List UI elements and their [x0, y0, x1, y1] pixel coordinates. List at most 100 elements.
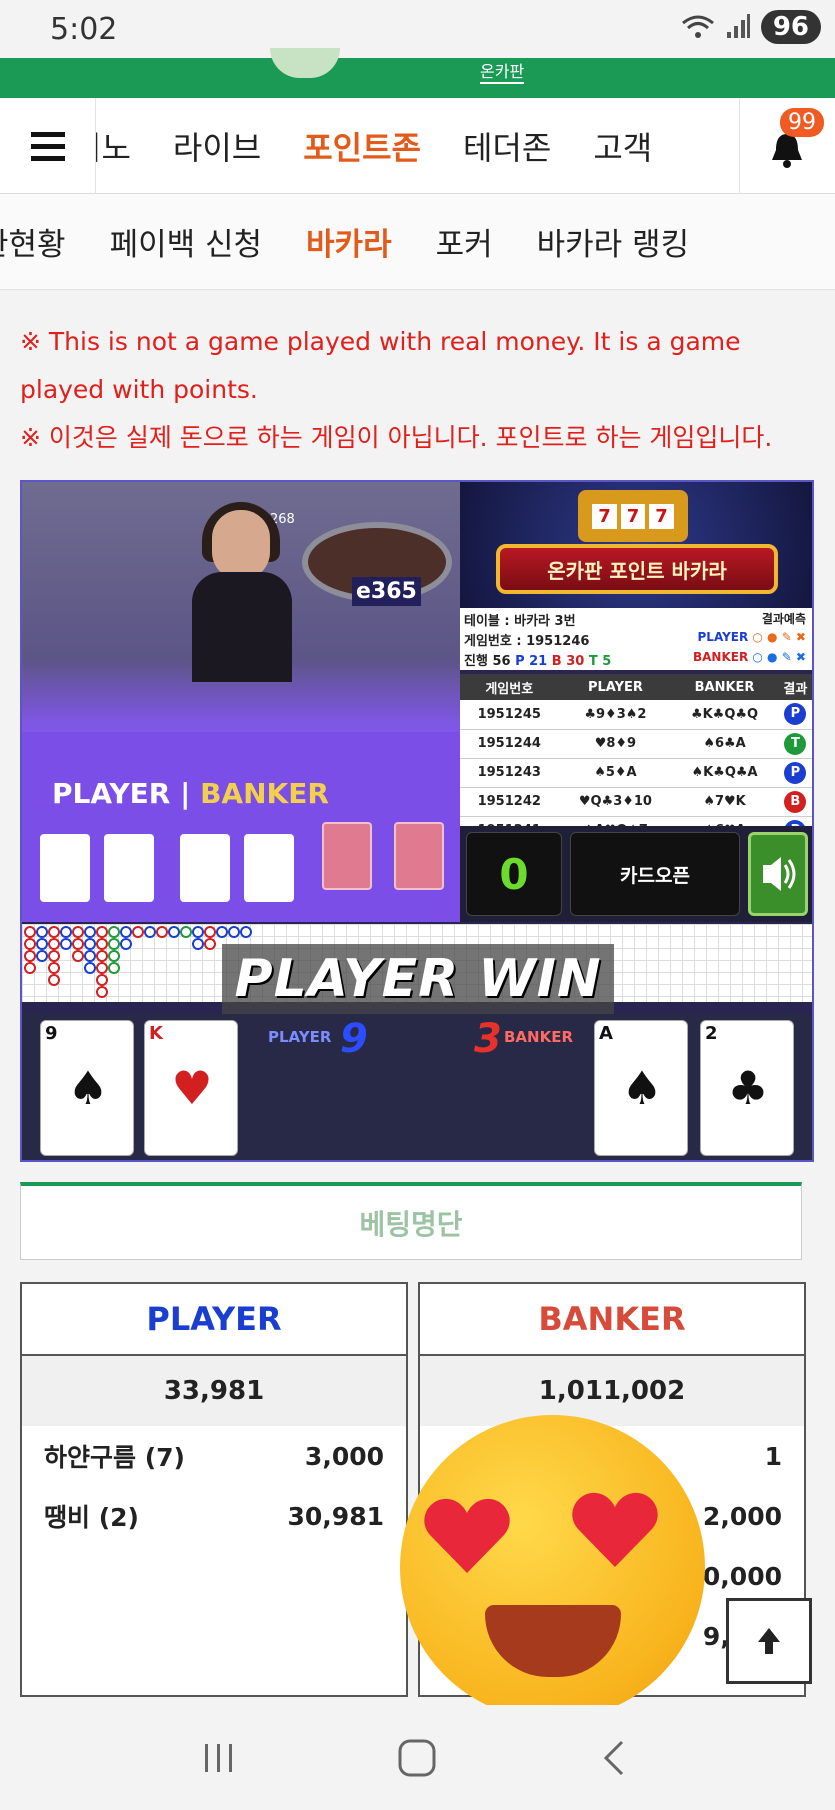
home-icon	[398, 1739, 436, 1776]
sub-item-payback[interactable]: 페이백 신청	[110, 219, 262, 264]
card-open-button[interactable]: 카드오픈	[570, 832, 740, 916]
bettor-name: 하얀구름 (7)	[44, 1443, 185, 1472]
heart-icon	[572, 1492, 658, 1567]
baccarat-game: e365 268 PLAYER | BANKER 7 7 7 온카판 포인트 바…	[20, 480, 814, 1162]
betting-list-title: 베팅명단	[20, 1182, 802, 1260]
history-header-row: 게임번호 PLAYER BANKER 결과	[460, 674, 812, 700]
status-icons: 96	[681, 10, 821, 44]
menu-icon[interactable]	[0, 98, 96, 194]
sub-item-poker[interactable]: 포커	[436, 219, 493, 264]
history-row: 1951244 ♥8♦9 ♠6♣A T	[460, 729, 812, 759]
notification-badge: 99	[780, 108, 824, 137]
video-player-banker-label: PLAYER | BANKER	[52, 777, 329, 810]
nav-item-customer[interactable]: 고객	[593, 123, 652, 169]
back-button[interactable]	[586, 1728, 646, 1788]
banker-score-label: BANKER	[504, 1028, 574, 1046]
game-banner: 7 7 7 온카판 포인트 바카라	[460, 482, 812, 608]
scroll-to-top-button[interactable]	[726, 1598, 812, 1684]
player-card-2: K ♥	[144, 1020, 238, 1156]
slot-icon: 7 7 7	[578, 490, 688, 542]
predict-icons[interactable]: ○ ● ✎ ✖	[752, 630, 806, 644]
progress-stats: 진행 56 P 21 B 30 T 5	[464, 654, 612, 669]
notification-button[interactable]: 99	[739, 98, 835, 194]
nav-item-point-zone[interactable]: 포인트존	[303, 123, 421, 169]
system-nav-bar	[0, 1705, 835, 1810]
player-score: 9	[340, 1016, 368, 1062]
main-nav: 지노 라이브 포인트존 테더존 고객 99	[0, 98, 835, 194]
status-time: 5:02	[50, 12, 118, 47]
banker-card-1: A ♠	[594, 1020, 688, 1156]
recents-button[interactable]	[189, 1728, 249, 1788]
heart-icon	[424, 1498, 510, 1573]
banker-bets-total: 1,011,002	[420, 1356, 804, 1426]
player-bets: PLAYER 33,981 하얀구름 (7) 3,000 땡비 (2) 30,9…	[20, 1282, 408, 1697]
history-row: 1951242 ♥Q♣3♦10 ♠7♥K B	[460, 787, 812, 817]
main-nav-items: 지노 라이브 포인트존 테더존 고객	[96, 98, 736, 194]
predict-banker-row[interactable]: BANKER ○ ● ✎ ✖	[693, 650, 806, 664]
site-logo[interactable]	[270, 48, 340, 78]
bettor-name: 땡비 (2)	[44, 1503, 139, 1532]
nav-item-tether-zone[interactable]: 테더존	[463, 123, 551, 169]
dealer	[212, 510, 270, 580]
emoji-mouth	[485, 1605, 621, 1677]
nav-item-live[interactable]: 라이브	[173, 123, 261, 169]
player-bets-title: PLAYER	[22, 1284, 406, 1356]
video-overlay-label: e365	[352, 577, 421, 606]
banker-score: 3	[474, 1016, 502, 1062]
result-badge: P	[784, 761, 807, 784]
result-badge: T	[784, 732, 807, 755]
sub-item-baccarat[interactable]: 바카라	[306, 219, 392, 264]
arrow-up-icon	[758, 1628, 780, 1654]
result-badge: P	[784, 703, 807, 726]
game-info: 테이블 : 바카라 3번 게임번호 : 1951246 진행 56 P 21 B…	[460, 608, 812, 670]
live-video: e365 268 PLAYER | BANKER	[22, 482, 460, 922]
bet-row: 땡비 (2) 30,981	[22, 1486, 406, 1546]
recents-icon	[205, 1743, 233, 1772]
nav-item-casino[interactable]: 지노	[96, 123, 131, 169]
battery-indicator: 96	[760, 10, 821, 44]
video-card	[104, 834, 154, 902]
heart-eyes-emoji	[400, 1415, 705, 1720]
video-player-label: PLAYER	[52, 777, 171, 810]
history-row: 1951243 ♠5♦A ♠K♣Q♣A P	[460, 758, 812, 788]
video-card	[40, 834, 90, 902]
video-card	[180, 834, 230, 902]
site-logo-text[interactable]: 온카판	[480, 58, 525, 84]
predict-icons[interactable]: ○ ● ✎ ✖	[752, 650, 806, 664]
site-header: 온카판	[0, 48, 835, 98]
signal-icon	[726, 14, 750, 38]
video-card	[244, 834, 294, 902]
back-icon	[603, 1740, 623, 1775]
game-controls: 0 카드오픈	[460, 826, 812, 922]
notice-english: ※ This is not a game played with real mo…	[20, 327, 741, 404]
bet-amount: 2,000	[702, 1501, 782, 1531]
status-bar: 5:02 96	[0, 0, 835, 58]
banker-bets-title: BANKER	[420, 1284, 804, 1356]
sub-item-baccarat-ranking[interactable]: 바카라 랭킹	[537, 219, 689, 264]
sub-nav: 환현황 페이백 신청 바카라 포커 바카라 랭킹	[0, 194, 835, 290]
player-bets-total: 33,981	[22, 1356, 406, 1426]
home-button[interactable]	[387, 1728, 447, 1788]
bet-amount: 3,000	[304, 1441, 384, 1471]
sound-icon	[763, 857, 796, 891]
result-badge: B	[784, 790, 807, 813]
table-label: 테이블 : 바카라 3번	[464, 614, 576, 629]
banker-card-2: 2 ♣	[700, 1020, 794, 1156]
predict-title: 결과예측	[761, 612, 806, 626]
win-banner: PLAYER WIN	[222, 944, 614, 1014]
sub-item-exchange[interactable]: 환현황	[0, 219, 66, 264]
bet-row: 하얀구름 (7) 3,000	[22, 1426, 406, 1486]
game-number: 게임번호 : 1951246	[464, 634, 590, 649]
dealer-body	[192, 572, 292, 682]
card-reveal: 9 ♠ K ♥ PLAYER 9 3 BANKER A ♠ 2 ♣	[22, 1014, 812, 1160]
countdown: 0	[466, 832, 562, 916]
notice-korean: ※ 이것은 실제 돈으로 하는 게임이 아닙니다. 포인트로 하는 게임입니다.	[20, 423, 773, 452]
notice: ※ This is not a game played with real mo…	[20, 318, 820, 462]
wifi-icon	[681, 15, 714, 38]
predict-player-row[interactable]: PLAYER ○ ● ✎ ✖	[698, 630, 807, 644]
bet-amount: 30,981	[287, 1501, 384, 1531]
bet-amount: 1	[764, 1441, 782, 1471]
history-row: 1951245 ♣9♦3♠2 ♣K♣Q♣Q P	[460, 700, 812, 730]
player-card-1: 9 ♠	[40, 1020, 134, 1156]
sound-button[interactable]	[748, 832, 808, 916]
